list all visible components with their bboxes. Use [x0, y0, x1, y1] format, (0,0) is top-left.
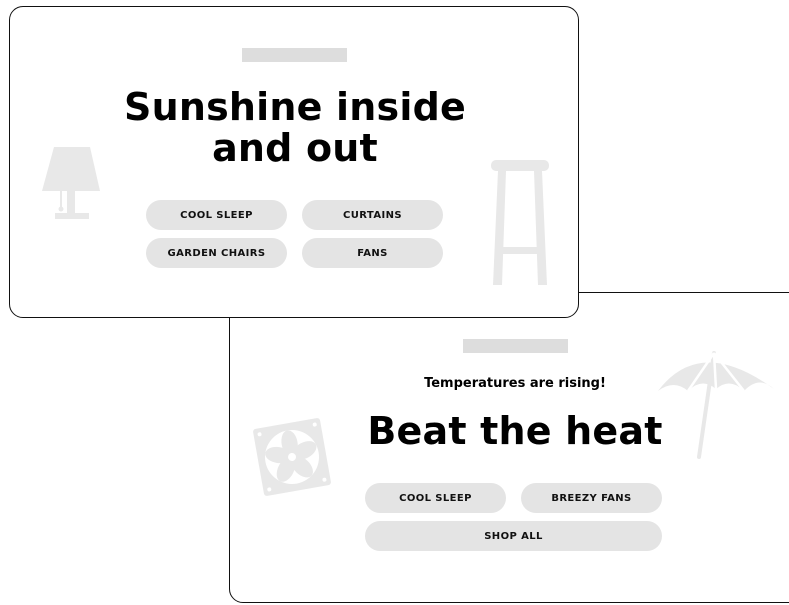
headline-line-2: and out — [212, 126, 378, 170]
shop-all-button[interactable]: SHOP ALL — [365, 521, 662, 551]
cool-sleep-button[interactable]: COOL SLEEP — [146, 200, 287, 230]
promo-card-beat-the-heat: Temperatures are rising! Beat the heat C… — [229, 292, 789, 603]
breezy-fans-button[interactable]: BREEZY FANS — [521, 483, 662, 513]
eyebrow-placeholder-bar — [463, 339, 568, 353]
promo-card-sunshine: Sunshine inside and out COOL SLEEP CURTA… — [9, 6, 579, 318]
garden-chairs-button[interactable]: GARDEN CHAIRS — [146, 238, 287, 268]
headline-line-1: Sunshine inside — [124, 85, 466, 129]
card-headline: Sunshine inside and out — [10, 85, 578, 170]
curtains-button[interactable]: CURTAINS — [302, 200, 443, 230]
stage: Temperatures are rising! Beat the heat C… — [0, 0, 789, 605]
card-headline: Beat the heat — [367, 409, 663, 453]
eyebrow-placeholder-bar — [242, 48, 347, 62]
bar-stool-icon — [491, 160, 549, 285]
fans-button[interactable]: FANS — [302, 238, 443, 268]
card-subhead: Temperatures are rising! — [424, 376, 606, 391]
cool-sleep-button[interactable]: COOL SLEEP — [365, 483, 506, 513]
